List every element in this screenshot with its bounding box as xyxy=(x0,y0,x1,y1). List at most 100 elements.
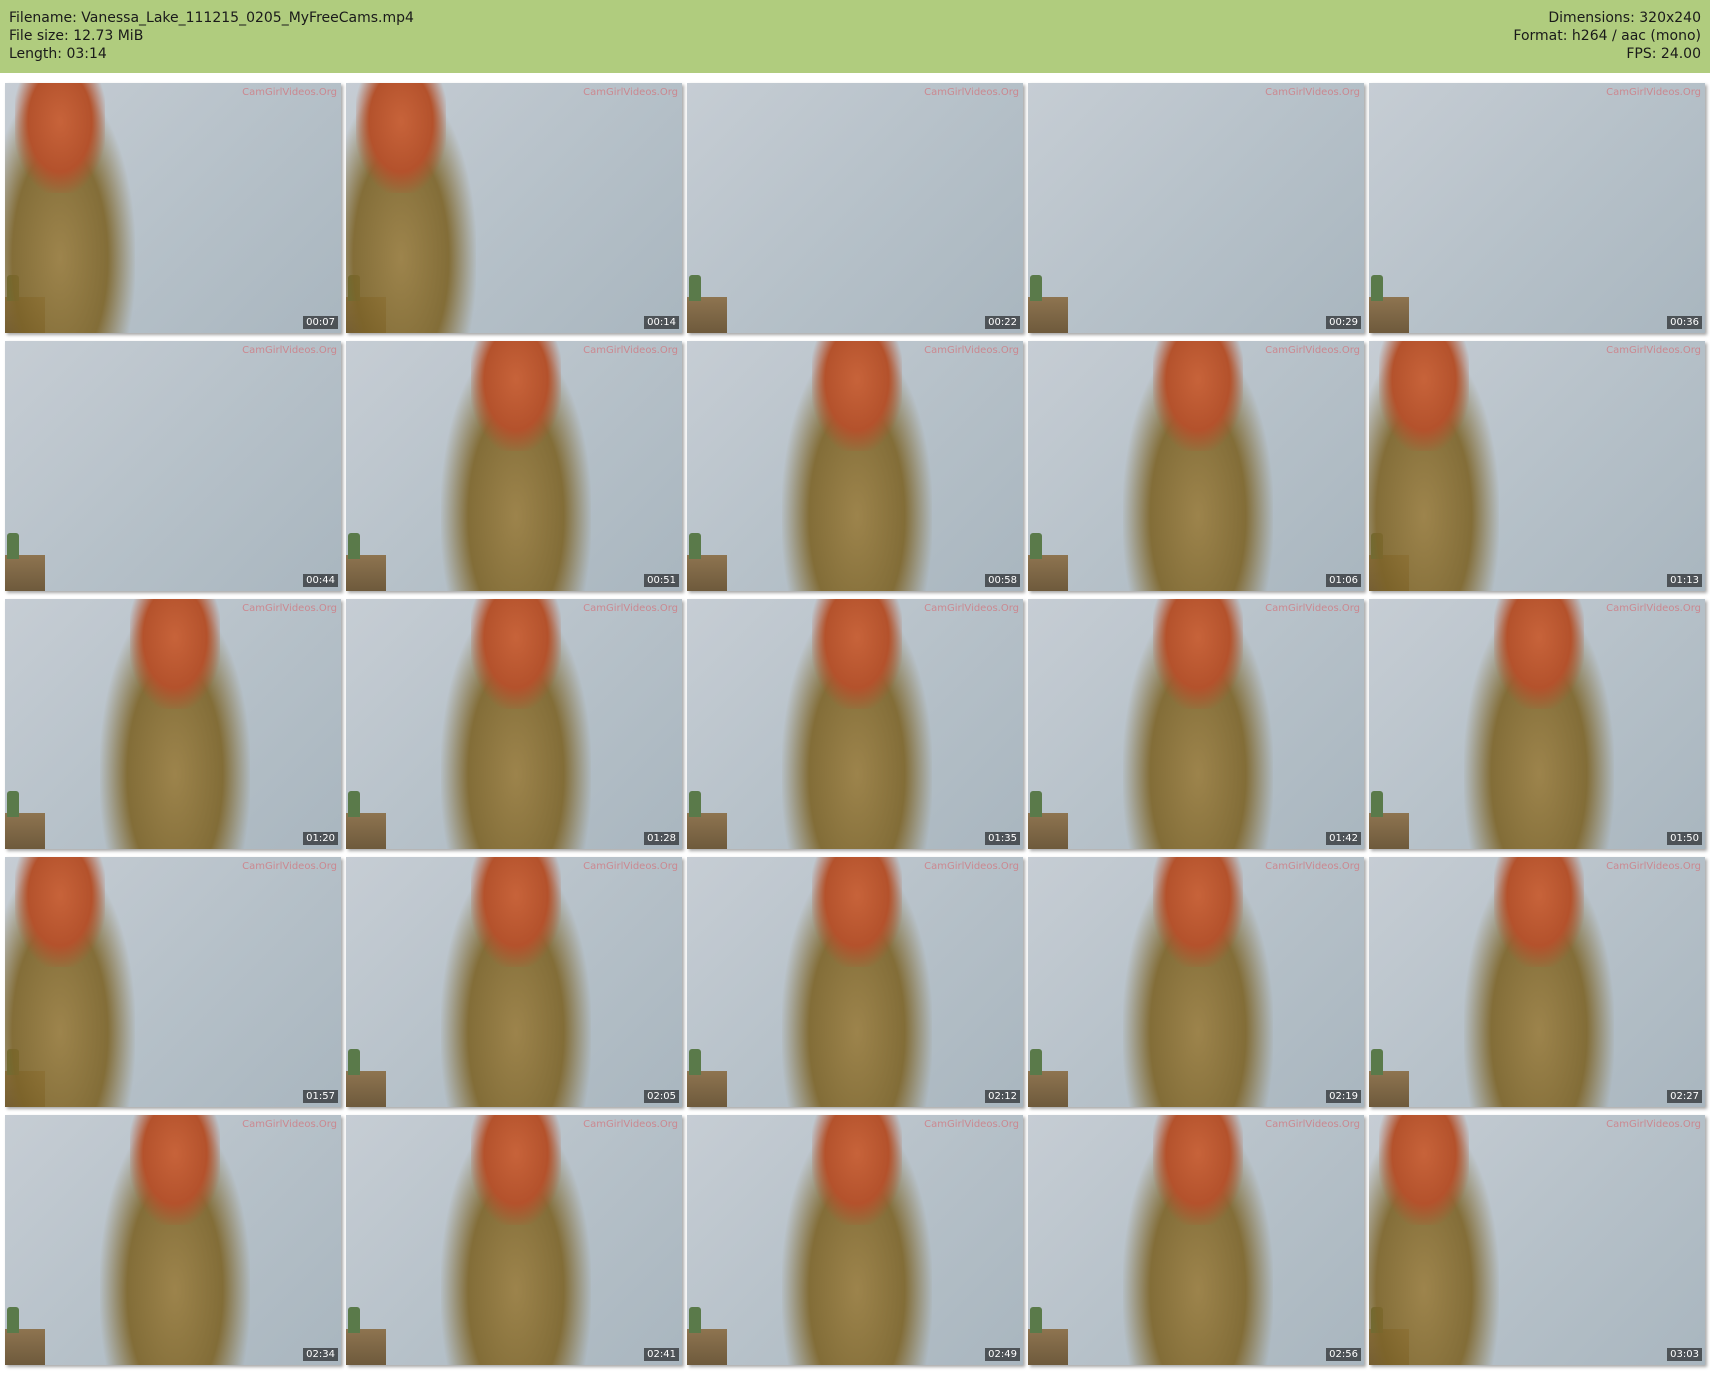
watermark-text: CamGirlVideos.Org xyxy=(242,87,337,98)
timestamp-label: 02:49 xyxy=(985,1348,1020,1361)
crate-prop xyxy=(1369,813,1409,849)
timestamp-label: 02:34 xyxy=(303,1348,338,1361)
plant-prop xyxy=(348,1307,360,1333)
crate-prop xyxy=(687,555,727,591)
video-thumbnail[interactable]: CamGirlVideos.Org 01:13 xyxy=(1369,341,1705,591)
thumbnail-image xyxy=(5,857,341,1107)
video-thumbnail[interactable]: CamGirlVideos.Org 00:36 xyxy=(1369,83,1705,333)
watermark-text: CamGirlVideos.Org xyxy=(242,603,337,614)
crate-prop xyxy=(5,555,45,591)
fps-text: FPS: 24.00 xyxy=(1626,46,1701,62)
thumbnail-image xyxy=(1028,599,1364,849)
timestamp-label: 02:05 xyxy=(644,1090,679,1103)
hair-shape xyxy=(471,341,561,451)
dimensions-text: Dimensions: 320x240 xyxy=(1548,10,1701,26)
length-text: Length: 03:14 xyxy=(9,46,107,62)
video-thumbnail[interactable]: CamGirlVideos.Org 03:03 xyxy=(1369,1115,1705,1365)
watermark-text: CamGirlVideos.Org xyxy=(583,603,678,614)
hair-shape xyxy=(356,83,446,193)
video-thumbnail[interactable]: CamGirlVideos.Org 01:35 xyxy=(687,599,1023,849)
hair-shape xyxy=(471,599,561,709)
thumbnail-image xyxy=(5,83,341,333)
video-thumbnail[interactable]: CamGirlVideos.Org 01:28 xyxy=(346,599,682,849)
thumbnail-image xyxy=(1369,341,1705,591)
crate-prop xyxy=(1028,1329,1068,1365)
format-text: Format: h264 / aac (mono) xyxy=(1513,28,1701,44)
video-thumbnail[interactable]: CamGirlVideos.Org 00:58 xyxy=(687,341,1023,591)
video-thumbnail[interactable]: CamGirlVideos.Org 02:05 xyxy=(346,857,682,1107)
thumbnail-image xyxy=(687,1115,1023,1365)
video-thumbnail[interactable]: CamGirlVideos.Org 02:41 xyxy=(346,1115,682,1365)
thumbnail-image xyxy=(687,83,1023,333)
watermark-text: CamGirlVideos.Org xyxy=(1265,1119,1360,1130)
thumbnail-image xyxy=(1028,83,1364,333)
plant-prop xyxy=(7,533,19,559)
watermark-text: CamGirlVideos.Org xyxy=(583,861,678,872)
timestamp-label: 00:44 xyxy=(303,574,338,587)
hair-shape xyxy=(15,857,105,967)
plant-prop xyxy=(348,1049,360,1075)
plant-prop xyxy=(1371,1049,1383,1075)
plant-prop xyxy=(1371,275,1383,301)
timestamp-label: 00:14 xyxy=(644,316,679,329)
video-thumbnail[interactable]: CamGirlVideos.Org 01:57 xyxy=(5,857,341,1107)
crate-prop xyxy=(687,813,727,849)
watermark-text: CamGirlVideos.Org xyxy=(1265,87,1360,98)
thumbnail-image xyxy=(1369,1115,1705,1365)
video-thumbnail[interactable]: CamGirlVideos.Org 02:27 xyxy=(1369,857,1705,1107)
watermark-text: CamGirlVideos.Org xyxy=(583,87,678,98)
crate-prop xyxy=(687,297,727,333)
file-info-header: Filename: Vanessa_Lake_111215_0205_MyFre… xyxy=(0,0,1710,73)
video-thumbnail[interactable]: CamGirlVideos.Org 00:07 xyxy=(5,83,341,333)
video-thumbnail[interactable]: CamGirlVideos.Org 02:49 xyxy=(687,1115,1023,1365)
watermark-text: CamGirlVideos.Org xyxy=(924,861,1019,872)
plant-prop xyxy=(1030,1307,1042,1333)
watermark-text: CamGirlVideos.Org xyxy=(924,87,1019,98)
timestamp-label: 01:57 xyxy=(303,1090,338,1103)
watermark-text: CamGirlVideos.Org xyxy=(242,345,337,356)
video-thumbnail[interactable]: CamGirlVideos.Org 00:51 xyxy=(346,341,682,591)
thumbnail-image xyxy=(5,1115,341,1365)
filesize-text: File size: 12.73 MiB xyxy=(9,28,144,44)
plant-prop xyxy=(348,791,360,817)
thumbnail-image xyxy=(346,857,682,1107)
crate-prop xyxy=(5,813,45,849)
thumbnail-image xyxy=(5,341,341,591)
timestamp-label: 02:12 xyxy=(985,1090,1020,1103)
video-thumbnail[interactable]: CamGirlVideos.Org 02:12 xyxy=(687,857,1023,1107)
watermark-text: CamGirlVideos.Org xyxy=(924,345,1019,356)
crate-prop xyxy=(346,813,386,849)
video-thumbnail[interactable]: CamGirlVideos.Org 02:19 xyxy=(1028,857,1364,1107)
plant-prop xyxy=(689,275,701,301)
plant-prop xyxy=(689,1049,701,1075)
hair-shape xyxy=(471,1115,561,1225)
timestamp-label: 01:13 xyxy=(1667,574,1702,587)
watermark-text: CamGirlVideos.Org xyxy=(1265,861,1360,872)
plant-prop xyxy=(689,533,701,559)
timestamp-label: 02:27 xyxy=(1667,1090,1702,1103)
video-thumbnail[interactable]: CamGirlVideos.Org 00:29 xyxy=(1028,83,1364,333)
video-thumbnail[interactable]: CamGirlVideos.Org 00:22 xyxy=(687,83,1023,333)
hair-shape xyxy=(471,857,561,967)
hair-shape xyxy=(1494,599,1584,709)
crate-prop xyxy=(1028,297,1068,333)
plant-prop xyxy=(1030,1049,1042,1075)
video-thumbnail[interactable]: CamGirlVideos.Org 02:56 xyxy=(1028,1115,1364,1365)
video-thumbnail[interactable]: CamGirlVideos.Org 01:06 xyxy=(1028,341,1364,591)
plant-prop xyxy=(689,1307,701,1333)
video-thumbnail[interactable]: CamGirlVideos.Org 00:44 xyxy=(5,341,341,591)
video-thumbnail[interactable]: CamGirlVideos.Org 02:34 xyxy=(5,1115,341,1365)
video-thumbnail[interactable]: CamGirlVideos.Org 01:50 xyxy=(1369,599,1705,849)
video-thumbnail[interactable]: CamGirlVideos.Org 01:20 xyxy=(5,599,341,849)
timestamp-label: 02:41 xyxy=(644,1348,679,1361)
video-thumbnail[interactable]: CamGirlVideos.Org 00:14 xyxy=(346,83,682,333)
video-thumbnail[interactable]: CamGirlVideos.Org 01:42 xyxy=(1028,599,1364,849)
crate-prop xyxy=(346,1071,386,1107)
file-info-left: Filename: Vanessa_Lake_111215_0205_MyFre… xyxy=(9,9,414,63)
watermark-text: CamGirlVideos.Org xyxy=(924,603,1019,614)
watermark-text: CamGirlVideos.Org xyxy=(1265,603,1360,614)
crate-prop xyxy=(5,1329,45,1365)
timestamp-label: 00:29 xyxy=(1326,316,1361,329)
hair-shape xyxy=(812,857,902,967)
crate-prop xyxy=(1028,555,1068,591)
